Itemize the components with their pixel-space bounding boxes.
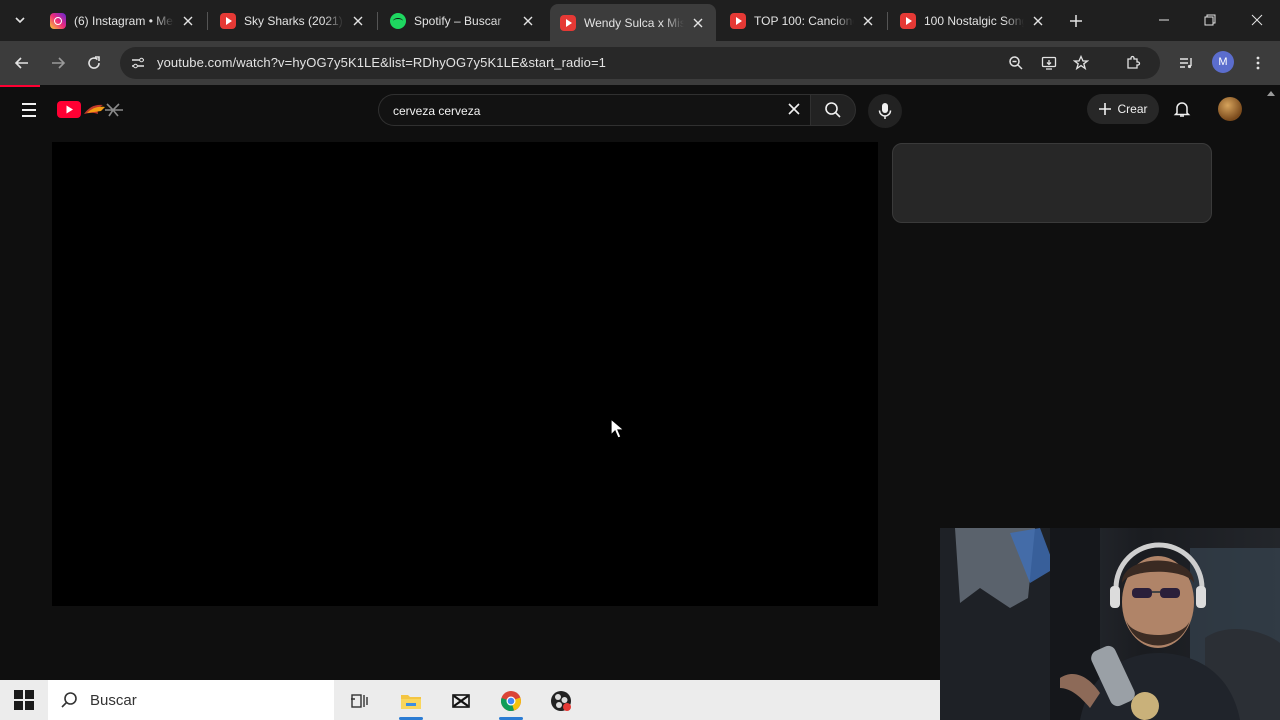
tab-divider — [207, 12, 208, 30]
youtube-logo[interactable] — [57, 99, 129, 121]
tab-close-icon[interactable] — [860, 13, 876, 29]
tab-close-icon[interactable] — [180, 13, 196, 29]
plus-icon — [1099, 103, 1112, 115]
tab-search-button[interactable] — [8, 8, 32, 32]
reload-icon — [88, 56, 100, 69]
address-bar[interactable]: youtube.com/watch?v=hyOG7y5K1LE&list=RDh… — [120, 47, 1160, 79]
windows-taskbar: Buscar — [0, 680, 940, 720]
browser-tab[interactable]: Spotify – Buscar — [380, 6, 546, 36]
youtube-icon — [560, 14, 576, 31]
file-explorer-icon[interactable] — [398, 688, 424, 714]
close-icon — [1251, 14, 1263, 26]
search-icon — [825, 102, 841, 118]
tab-divider — [887, 12, 888, 30]
extensions-button[interactable] — [1121, 51, 1145, 75]
restore-icon — [1204, 14, 1216, 26]
puzzle-icon — [1127, 55, 1141, 69]
reload-button[interactable] — [82, 51, 106, 75]
bookmark-star-icon[interactable] — [1071, 53, 1091, 73]
minimize-button[interactable] — [1141, 0, 1187, 40]
browser-toolbar: youtube.com/watch?v=hyOG7y5K1LE&list=RDh… — [0, 41, 1280, 85]
account-avatar[interactable] — [1218, 97, 1242, 121]
media-control-button[interactable] — [1174, 51, 1198, 75]
create-button[interactable]: Crear — [1087, 94, 1159, 124]
windows-start-icon[interactable] — [14, 690, 34, 710]
browser-tab-strip: (6) Instagram • Mensajes Sky Sharks (202… — [0, 0, 1280, 41]
tab-close-icon[interactable] — [350, 13, 366, 29]
minimize-icon — [1159, 19, 1169, 21]
tab-title: Sky Sharks (2021) | Pelicula — [244, 14, 344, 28]
taskbar-search-box[interactable]: Buscar — [48, 680, 334, 720]
youtube-icon — [900, 13, 916, 29]
bell-icon — [1173, 102, 1191, 117]
tab-close-icon[interactable] — [1030, 13, 1046, 29]
playlist-panel-placeholder — [892, 143, 1212, 223]
profile-avatar[interactable]: M — [1212, 51, 1234, 73]
clear-search-button[interactable] — [784, 99, 804, 119]
browser-menu-button[interactable] — [1246, 51, 1270, 75]
browser-tab-active[interactable]: Wendy Sulca x Mistura — [550, 4, 716, 41]
guide-menu-button[interactable] — [18, 99, 40, 121]
capcut-icon[interactable] — [448, 688, 474, 714]
restore-button[interactable] — [1187, 0, 1233, 40]
arrow-left-icon — [14, 57, 28, 69]
tab-title: Wendy Sulca x Mistura — [584, 15, 684, 30]
voice-search-button[interactable] — [868, 94, 902, 128]
youtube-icon — [220, 13, 236, 29]
search-icon — [61, 692, 77, 708]
mouse-cursor-icon — [610, 418, 626, 439]
chrome-icon[interactable] — [498, 688, 524, 714]
plus-icon — [1070, 15, 1082, 27]
browser-tab[interactable]: 100 Nostalgic Songs — [890, 6, 1056, 36]
more-vertical-icon — [1256, 56, 1260, 70]
tab-title: (6) Instagram • Mensajes — [74, 14, 174, 28]
instagram-icon — [50, 13, 66, 29]
browser-tab[interactable]: Sky Sharks (2021) | Pelicula — [210, 6, 376, 36]
chevron-down-icon — [15, 17, 25, 24]
search-box — [378, 94, 814, 126]
taskbar-search-label: Buscar — [90, 691, 137, 709]
create-label: Crear — [1117, 102, 1148, 116]
webcam-overlay — [940, 528, 1280, 720]
webcam-feed — [940, 528, 1280, 720]
microphone-icon — [878, 103, 892, 119]
tab-close-icon[interactable] — [520, 13, 536, 29]
scroll-up-arrow-icon[interactable] — [1266, 89, 1276, 97]
site-info-icon[interactable] — [128, 53, 148, 73]
address-url: youtube.com/watch?v=hyOG7y5K1LE&list=RDh… — [157, 55, 606, 70]
close-window-button[interactable] — [1234, 0, 1280, 40]
tab-title: TOP 100: Canciones — [754, 14, 854, 28]
zoom-icon[interactable] — [1006, 53, 1026, 73]
notifications-button[interactable] — [1170, 97, 1194, 121]
browser-tab[interactable]: TOP 100: Canciones — [720, 6, 886, 36]
tab-title: 100 Nostalgic Songs — [924, 14, 1024, 28]
youtube-masthead: Crear — [0, 87, 1280, 133]
tab-close-icon[interactable] — [690, 15, 706, 31]
task-view-icon[interactable] — [346, 688, 372, 714]
music-queue-icon — [1180, 58, 1192, 69]
back-button[interactable] — [10, 51, 34, 75]
search-button[interactable] — [810, 94, 856, 126]
arrow-right-icon — [52, 57, 66, 69]
close-icon — [788, 103, 800, 115]
forward-button[interactable] — [46, 51, 70, 75]
youtube-icon — [730, 13, 746, 29]
new-tab-button[interactable] — [1064, 9, 1088, 33]
obs-studio-icon[interactable] — [548, 688, 574, 714]
video-player[interactable] — [52, 142, 878, 606]
browser-tab[interactable]: (6) Instagram • Mensajes — [40, 6, 206, 36]
tab-title: Spotify – Buscar — [414, 14, 502, 28]
install-app-icon[interactable] — [1039, 53, 1059, 73]
search-input[interactable] — [391, 101, 775, 121]
tab-divider — [377, 12, 378, 30]
spotify-icon — [390, 13, 406, 29]
